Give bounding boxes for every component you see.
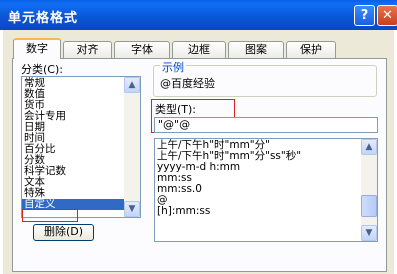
dialog-body: 数字 对齐 字体 边框 图案 保护 分类(C): 常规 数值 货币 会计专用 日… bbox=[3, 30, 394, 274]
number-tab-panel: 分类(C): 常规 数值 货币 会计专用 日期 时间 百分比 分数 科学记数 文… bbox=[12, 58, 387, 272]
type-item[interactable]: mm:ss.0 bbox=[155, 184, 377, 195]
type-item[interactable]: [h]:mm:ss bbox=[155, 206, 377, 217]
sample-label: 示例 bbox=[160, 59, 186, 75]
custom-highlight-box bbox=[22, 209, 78, 222]
window-title: 单元格格式 bbox=[8, 11, 79, 26]
category-label: 分类(C): bbox=[21, 63, 63, 76]
scroll-up-icon[interactable]: ▲ bbox=[124, 77, 140, 93]
tab-patterns[interactable]: 图案 bbox=[228, 41, 284, 58]
tab-alignment[interactable]: 对齐 bbox=[63, 41, 112, 58]
type-scroll-thumb[interactable] bbox=[361, 195, 377, 218]
tab-number[interactable]: 数字 bbox=[13, 38, 61, 59]
category-listbox[interactable]: 常规 数值 货币 会计专用 日期 时间 百分比 分数 科学记数 文本 特殊 自定… bbox=[21, 76, 141, 218]
title-bar: 单元格格式 ? ✕ bbox=[0, 0, 397, 30]
tab-border[interactable]: 边框 bbox=[172, 41, 226, 58]
tab-protection[interactable]: 保护 bbox=[286, 41, 336, 58]
scroll-down-icon[interactable]: ▼ bbox=[124, 201, 140, 217]
type-listbox[interactable]: 上午/下午h"时"mm"分" 上午/下午h"时"mm"分"ss"秒" yyyy-… bbox=[154, 138, 378, 242]
sample-value: @百度经验 bbox=[160, 77, 215, 90]
tab-font[interactable]: 字体 bbox=[114, 41, 170, 58]
type-label: 类型(T): bbox=[155, 103, 197, 116]
type-input[interactable]: "@"@ bbox=[154, 117, 378, 133]
category-scrollbar[interactable]: ▲ ▼ bbox=[124, 77, 140, 217]
type-scrollbar[interactable]: ▲ ▼ bbox=[361, 139, 377, 241]
scroll-up-icon[interactable]: ▲ bbox=[361, 139, 377, 155]
scroll-down-icon[interactable]: ▼ bbox=[361, 225, 377, 241]
delete-button[interactable]: 删除(D) bbox=[33, 224, 94, 241]
close-button[interactable]: ✕ bbox=[377, 5, 397, 26]
help-button[interactable]: ? bbox=[354, 5, 375, 26]
sample-group: 示例 @百度经验 bbox=[153, 59, 377, 97]
